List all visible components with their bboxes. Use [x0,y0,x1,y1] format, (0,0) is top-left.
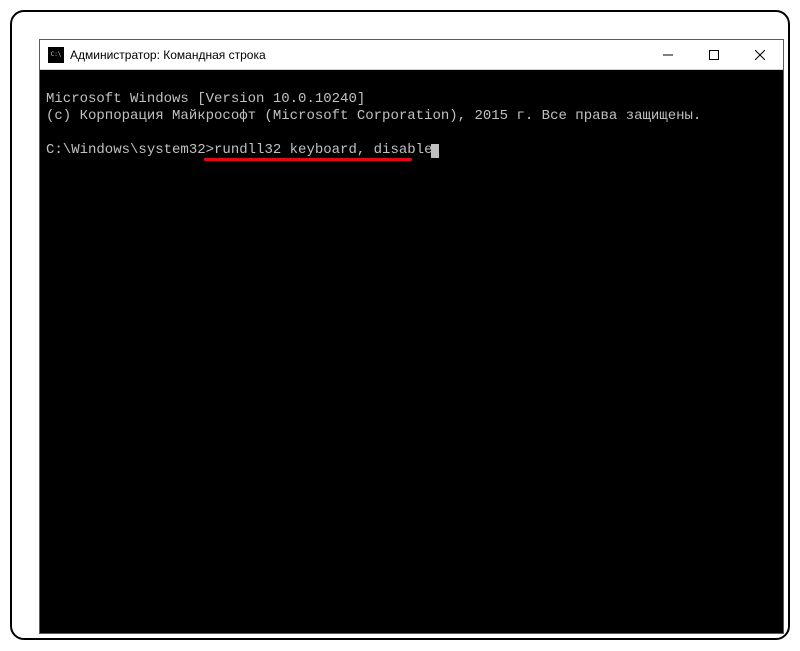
maximize-icon [709,50,719,60]
prompt-line: C:\Windows\system32>rundll32 keyboard, d… [46,142,439,159]
close-button[interactable] [737,40,783,69]
window-controls [645,40,783,69]
cmd-icon [48,47,64,63]
annotation-underline [204,158,412,161]
console-line: Microsoft Windows [Version 10.0.10240] [46,91,365,107]
close-icon [755,50,765,60]
cmd-window: Администратор: Командная строка Microsof… [39,39,784,634]
maximize-button[interactable] [691,40,737,69]
prompt: C:\Windows\system32> [46,142,214,158]
cursor [431,144,439,158]
screenshot-frame: Администратор: Командная строка Microsof… [10,10,790,640]
minimize-icon [663,50,673,60]
window-title: Администратор: Командная строка [70,48,645,62]
console-area[interactable]: Microsoft Windows [Version 10.0.10240] (… [40,70,783,633]
minimize-button[interactable] [645,40,691,69]
console-line: (с) Корпорация Майкрософт (Microsoft Cor… [46,108,701,124]
titlebar[interactable]: Администратор: Командная строка [40,40,783,70]
typed-command: rundll32 keyboard, disable [214,142,432,158]
